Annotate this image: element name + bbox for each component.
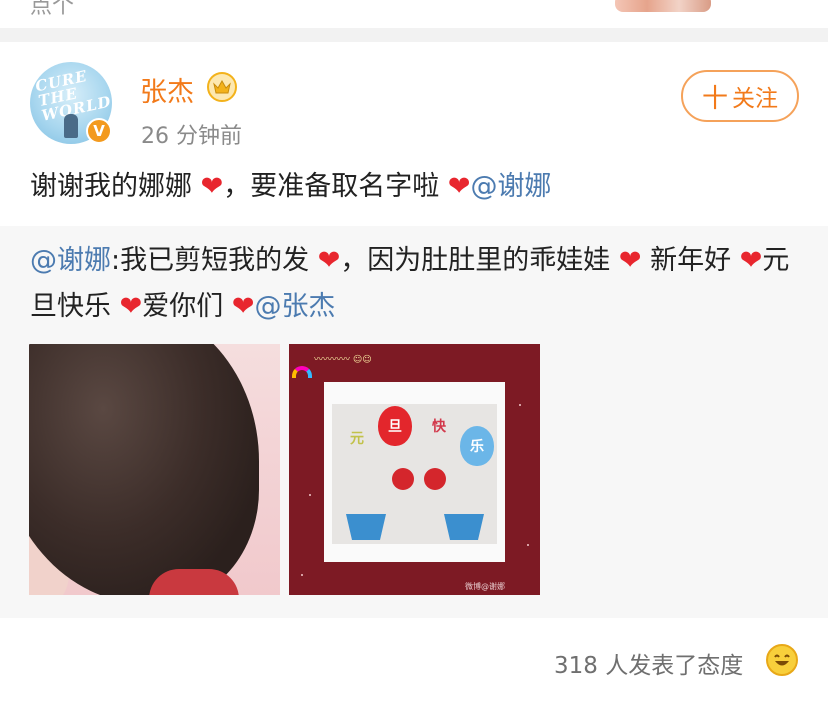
follow-label: 关注 [732, 86, 778, 112]
image-dot [301, 574, 303, 576]
plus-icon: 十 [701, 83, 728, 114]
post-text-part: ，要准备取名字啦 [223, 171, 448, 202]
follow-button[interactable]: 十 关注 [681, 70, 799, 122]
verified-icon: V [86, 118, 112, 144]
image-bird [424, 468, 446, 490]
repost-text-part: :我已剪短我的发 [111, 245, 318, 276]
heart-icon: ❤ [618, 245, 642, 276]
post-text: 谢谢我的娜娜 ❤，要准备取名字啦 ❤@谢娜 [30, 165, 800, 209]
heart-icon: ❤ [200, 171, 224, 202]
repost-text: @谢娜:我已剪短我的发 ❤，因为肚肚里的乖娃娃 ❤ 新年好 ❤元旦快乐 ❤爱你们… [30, 238, 800, 330]
post-time: 26 分钟前 [141, 124, 242, 149]
balloon: 旦 [378, 406, 412, 446]
image-dot [309, 494, 311, 496]
image-hair [29, 344, 259, 595]
image-watermark: 微博@谢娜 [465, 582, 505, 591]
avatar-figure [64, 114, 78, 138]
image-pot [444, 514, 484, 540]
balloon: 元 [350, 431, 364, 447]
heart-icon: ❤ [447, 171, 471, 202]
repost-box[interactable]: @谢娜:我已剪短我的发 ❤，因为肚肚里的乖娃娃 ❤ 新年好 ❤元旦快乐 ❤爱你们… [0, 226, 828, 618]
greeting-card: 元 旦 快 乐 [324, 382, 505, 562]
image-scribble: 〰〰〰〰 ☺☺ [314, 355, 372, 365]
image-pot [346, 514, 386, 540]
repost-image-card[interactable]: 〰〰〰〰 ☺☺ 元 旦 快 乐 微博@谢娜 [289, 344, 540, 595]
image-dot [527, 544, 529, 546]
heart-icon: ❤ [231, 291, 255, 322]
repost-text-part: ，因为肚肚里的乖娃娃 [340, 245, 619, 276]
image-dot [519, 404, 521, 406]
author-name[interactable]: 张杰 [140, 70, 194, 109]
heart-icon: ❤ [317, 245, 341, 276]
heart-icon: ❤ [739, 245, 763, 276]
repost-text-part: 新年好 [641, 245, 740, 276]
repost-text-part: 爱你们 [142, 291, 232, 322]
divider [0, 28, 828, 42]
previous-post-text: 点个 [30, 0, 75, 19]
mention-link[interactable]: @张杰 [254, 291, 335, 322]
previous-post-edge: 点个 [0, 0, 828, 28]
crown-icon [207, 72, 237, 102]
balloon: 乐 [460, 426, 494, 466]
previous-post-thumbnail [615, 0, 711, 12]
heart-icon: ❤ [119, 291, 143, 322]
repost-author-link[interactable]: @谢娜 [30, 245, 111, 276]
repost-image-haircut[interactable] [29, 344, 280, 595]
post-text-part: 谢谢我的娜娜 [30, 171, 201, 202]
smile-icon[interactable] [766, 644, 798, 676]
mention-link[interactable]: @谢娜 [470, 171, 551, 202]
greeting-card-inner: 元 旦 快 乐 [332, 404, 497, 544]
reactions-count[interactable]: 318 人发表了态度 [554, 646, 743, 680]
image-bird [392, 468, 414, 490]
rainbow-icon [292, 366, 312, 378]
balloon: 快 [432, 419, 446, 435]
